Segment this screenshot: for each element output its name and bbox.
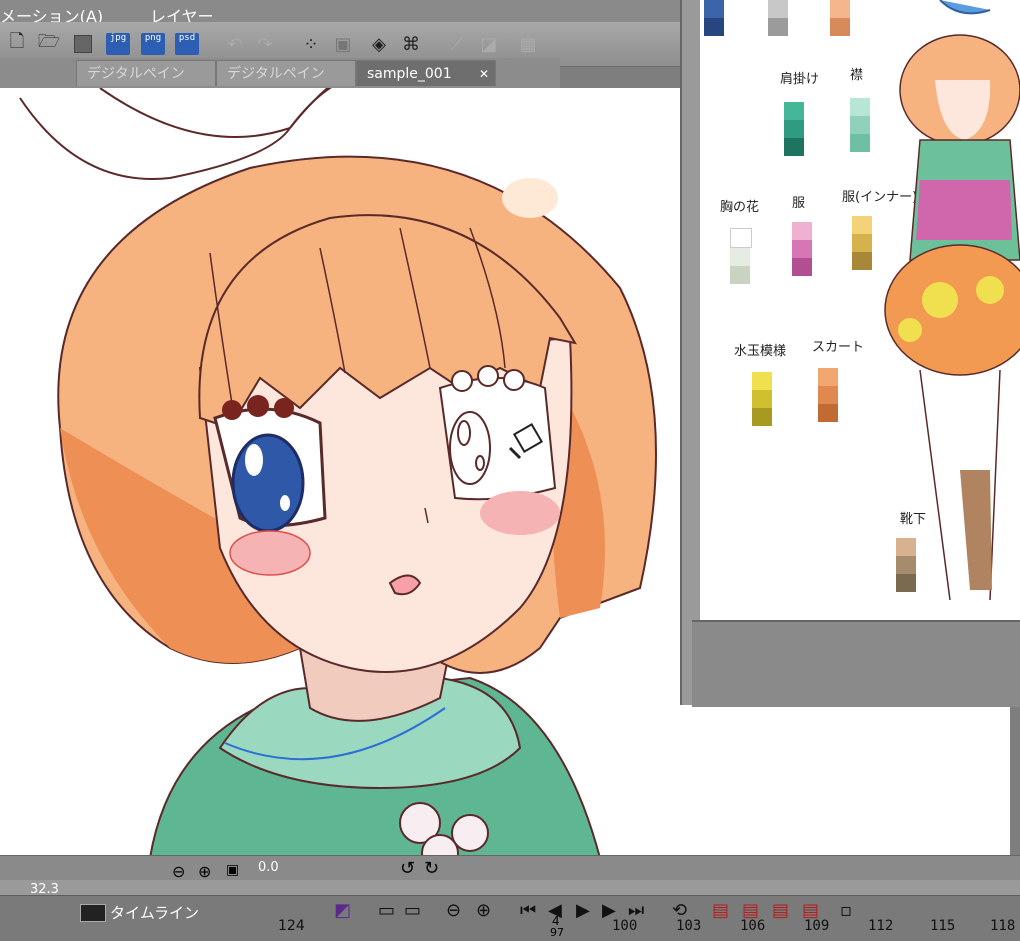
psd-icon: psd	[175, 33, 199, 55]
timeline-title[interactable]: タイムライン	[110, 902, 199, 923]
left-cheek	[229, 530, 311, 576]
new-file-button[interactable]: 🗋	[4, 31, 30, 57]
play-button[interactable]: ▶	[576, 900, 590, 921]
new-file-icon: 🗋	[9, 31, 25, 52]
swatch-chest-flower	[730, 228, 752, 284]
label-chest-flower: 胸の花	[720, 200, 760, 215]
line-icon: ⟋	[450, 33, 464, 55]
rotate-right-icon[interactable]: ↻	[424, 858, 439, 879]
fill-button[interactable]: ◈	[366, 31, 392, 57]
timeline-menu-button[interactable]: ▫	[840, 900, 852, 921]
zoom-out-button[interactable]: ⊖	[172, 862, 185, 881]
swatch-clothes	[792, 222, 812, 276]
timeline-zoom-out-button[interactable]: ⊖	[446, 900, 461, 921]
timeline-panel: タイムライン 124 ◩ ▭ ▭ ⊖ ⊕ ⏮ ◀ ▶ ▶ ⏭ ⟲ ▤ ▤ ▤ ▤…	[0, 895, 1020, 941]
spray-button[interactable]: ⁘	[298, 31, 324, 57]
label-clothes: 服	[792, 196, 806, 211]
paint-bucket-icon: ◈	[372, 33, 386, 55]
swatch-polka-dots	[752, 372, 772, 426]
rotate-left-icon[interactable]: ↺	[400, 858, 415, 879]
frame-label: 109	[804, 918, 830, 934]
swatch-clothes-inner	[852, 216, 872, 270]
rotation-angle: 0.0	[258, 860, 279, 875]
tab-label: デジタルペイン	[87, 66, 185, 82]
frame-label: 100	[612, 918, 638, 934]
tab-digital-paint-1[interactable]: デジタルペイン	[76, 60, 216, 86]
open-file-button[interactable]: 🗁	[36, 31, 62, 57]
frame-label: 106	[740, 918, 766, 934]
export-jpg-button[interactable]: jpg	[105, 31, 131, 57]
swatch-ribbon	[704, 0, 724, 36]
transform-icon: ▣	[334, 33, 352, 55]
redo-icon: ↷	[257, 33, 273, 55]
frame-label: 112	[868, 918, 894, 934]
label-polka-dots: 水玉模様	[734, 344, 787, 359]
label-skirt: スカート	[812, 340, 865, 355]
zoom-in-button[interactable]: ⊕	[198, 862, 211, 881]
tab-label: デジタルペイン	[227, 66, 325, 82]
specify-cels-button[interactable]: ▭	[404, 900, 421, 921]
tab-sample-001[interactable]: sample_001 ✕	[356, 60, 496, 86]
mesh-icon: ⌘	[402, 33, 420, 55]
tab-label: sample_001	[367, 66, 452, 82]
label-shoulder: 肩掛け	[780, 72, 820, 87]
color-reference-sheet: 肩掛け 襟 胸の花 服 服(インナー) 水玉模様 スカート 靴下	[700, 0, 1020, 620]
open-folder-icon: 🗁	[37, 31, 61, 52]
tab-digital-paint-2[interactable]: デジタルペイン	[216, 60, 356, 86]
swatch-gray	[768, 0, 788, 36]
png-icon: png	[141, 33, 165, 55]
timeline-zoom-in-button[interactable]: ⊕	[476, 900, 491, 921]
frame-label: 103	[676, 918, 702, 934]
undo-button[interactable]: ↶	[222, 31, 248, 57]
reference-character	[884, 0, 1020, 601]
hair-highlight	[502, 178, 558, 218]
swatch-skirt	[818, 368, 838, 422]
edit-line-button[interactable]: ⟋	[444, 31, 470, 57]
sub-frame: 97	[550, 926, 564, 939]
save-button[interactable]	[70, 31, 96, 57]
timeline-panel-icon	[80, 904, 106, 922]
first-frame-button[interactable]: ⏮	[520, 900, 536, 921]
spray-icon: ⁘	[303, 33, 319, 55]
new-animation-folder-button[interactable]: ◩	[334, 900, 351, 921]
undo-icon: ↶	[227, 33, 243, 55]
erase-line-button[interactable]: ◪	[476, 31, 502, 57]
view-button[interactable]: ▦	[515, 31, 541, 57]
right-cheek	[480, 491, 560, 535]
mesh-button[interactable]: ⌘	[398, 31, 424, 57]
eraser-icon: ◪	[480, 33, 498, 55]
new-cel-button[interactable]: ▭	[378, 900, 395, 921]
grid-icon: ▦	[519, 33, 537, 55]
export-png-button[interactable]: png	[140, 31, 166, 57]
frame-label: 118	[990, 918, 1016, 934]
close-tab-icon[interactable]: ✕	[479, 61, 489, 87]
frame-label: 115	[930, 918, 956, 934]
right-eye	[438, 365, 557, 501]
jpg-icon: jpg	[106, 33, 130, 55]
swatch-shoulder	[784, 102, 804, 156]
reference-window-controls	[692, 620, 1020, 707]
label-collar: 襟	[850, 68, 864, 83]
onion-skin-button[interactable]: ▤	[712, 900, 729, 921]
save-icon	[74, 35, 92, 53]
fit-button[interactable]: ▣	[226, 862, 239, 878]
export-psd-button[interactable]: psd	[174, 31, 200, 57]
swatch-hair	[830, 0, 850, 36]
redo-button[interactable]: ↷	[252, 31, 278, 57]
document-tab-bar: デジタルペイン デジタルペイン sample_001 ✕	[0, 58, 560, 88]
frame-count: 124	[278, 918, 305, 934]
transform-button[interactable]: ▣	[330, 31, 356, 57]
camera-button[interactable]: ▤	[772, 900, 789, 921]
swatch-collar	[850, 98, 870, 152]
